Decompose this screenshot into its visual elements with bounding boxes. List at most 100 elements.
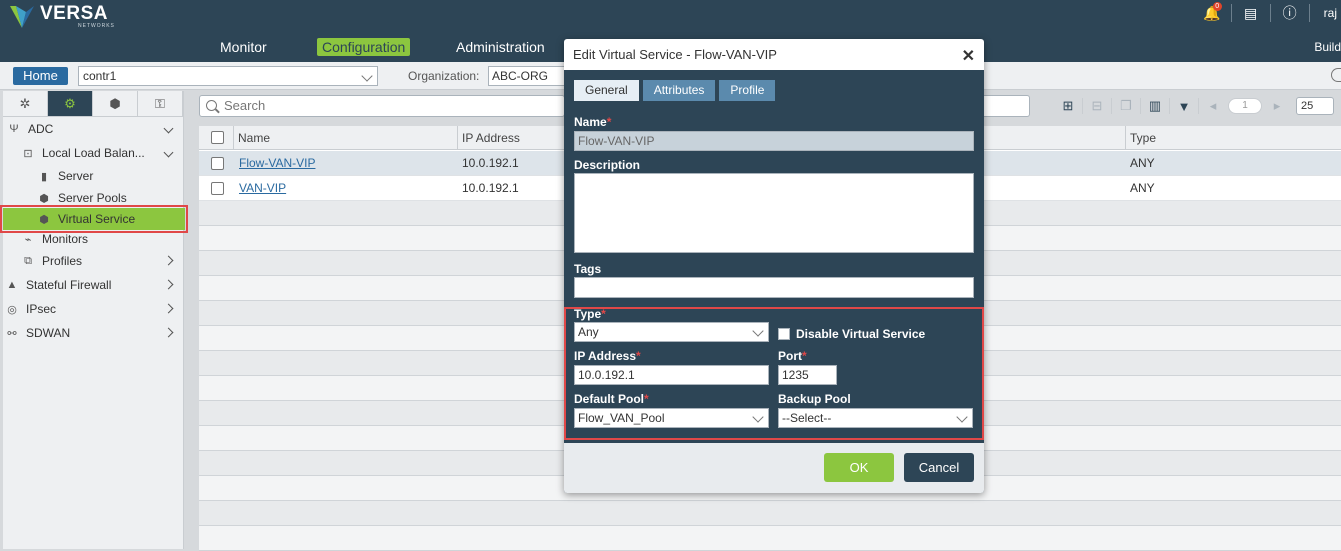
- row-checkbox[interactable]: [211, 157, 224, 170]
- user-menu[interactable]: raj: [1324, 6, 1337, 20]
- empty-row: [199, 526, 1341, 551]
- search-input-end[interactable]: [984, 95, 1030, 117]
- appliance-select-value: contr1: [83, 69, 117, 83]
- info-icon[interactable]: ⓘ: [1279, 2, 1301, 24]
- tab-attributes[interactable]: Attributes: [642, 80, 716, 101]
- delete-icon[interactable]: ⊟: [1086, 96, 1108, 116]
- cancel-button[interactable]: Cancel: [904, 453, 974, 482]
- tab-objects-cube-icon[interactable]: ⬢: [93, 91, 138, 116]
- sidebar-item-sdwan[interactable]: ⚯ SDWAN: [3, 322, 184, 344]
- column-header-name[interactable]: Name: [233, 126, 457, 150]
- ip-address-field[interactable]: 10.0.192.1: [574, 365, 769, 385]
- divider: [1082, 98, 1083, 114]
- organization-select[interactable]: ABC-ORG: [488, 66, 568, 86]
- nav-administration[interactable]: Administration: [451, 38, 550, 56]
- virtual-service-icon: ⬢: [39, 213, 49, 226]
- sidebar-item-virtual-service[interactable]: ⬢ Virtual Service: [0, 205, 188, 233]
- adc-icon: Ψ: [9, 123, 19, 135]
- next-page-icon[interactable]: ▸: [1266, 96, 1288, 116]
- select-all-checkbox[interactable]: [211, 131, 224, 144]
- search-placeholder: Search: [224, 98, 266, 113]
- name-field: Flow-VAN-VIP: [574, 131, 974, 151]
- clone-icon[interactable]: ❐: [1115, 96, 1137, 116]
- tab-network-icon[interactable]: ✲: [3, 91, 48, 116]
- tab-general[interactable]: General: [574, 80, 639, 101]
- close-icon[interactable]: ✕: [962, 46, 975, 66]
- chevron-down-icon: [163, 123, 174, 134]
- description-field[interactable]: [574, 173, 974, 253]
- sidebar-item-stateful-firewall[interactable]: ▲ Stateful Firewall: [3, 274, 184, 296]
- disable-virtual-service-checkbox[interactable]: [778, 328, 790, 340]
- column-header-type[interactable]: Type: [1125, 126, 1341, 150]
- tags-label: Tags: [574, 262, 602, 276]
- row-type: ANY: [1130, 181, 1155, 195]
- tab-others-icon[interactable]: ⚿: [138, 91, 183, 116]
- appliance-select[interactable]: contr1: [78, 66, 378, 86]
- page-number-input[interactable]: 1: [1228, 98, 1262, 114]
- sidebar-item-adc[interactable]: Ψ ADC: [3, 118, 184, 140]
- sidebar-item-profiles[interactable]: ⧉ Profiles: [3, 250, 184, 272]
- backup-pool-label: Backup Pool: [778, 392, 851, 406]
- build-label: Build: [1314, 40, 1341, 54]
- disable-virtual-service-label: Disable Virtual Service: [796, 327, 926, 341]
- backup-pool-select[interactable]: --Select--: [778, 408, 973, 428]
- home-button[interactable]: Home: [13, 67, 68, 85]
- ipsec-icon: ◎: [7, 303, 17, 316]
- row-name-link[interactable]: Flow-VAN-VIP: [235, 151, 315, 176]
- sidebar-item-server-pools[interactable]: ⬢ Server Pools: [3, 187, 184, 209]
- sidebar-item-label: Server Pools: [58, 191, 127, 205]
- ok-button[interactable]: OK: [824, 453, 894, 482]
- sidebar-item-label: Stateful Firewall: [26, 278, 112, 292]
- chevron-down-icon: [752, 411, 764, 423]
- filter-icon[interactable]: ▼: [1173, 96, 1195, 116]
- sidebar-item-label: ADC: [28, 122, 54, 136]
- divider: [1269, 4, 1271, 22]
- type-select[interactable]: Any: [574, 322, 769, 342]
- default-pool-select[interactable]: Flow_VAN_Pool: [574, 408, 769, 428]
- tags-field[interactable]: [574, 277, 974, 298]
- row-ip-address: 10.0.192.1: [462, 181, 519, 195]
- backup-pool-value: --Select--: [782, 411, 832, 425]
- sidebar-item-server[interactable]: ▮ Server: [3, 165, 184, 187]
- brand-name: VERSA: [40, 3, 108, 24]
- tasks-list-icon[interactable]: ▤: [1240, 2, 1262, 24]
- sidebar-item-monitors[interactable]: ⌁ Monitors: [3, 228, 184, 250]
- chevron-right-icon: [163, 327, 174, 338]
- nav-configuration[interactable]: Configuration: [317, 38, 411, 56]
- profiles-icon: ⧉: [24, 254, 32, 267]
- firewall-icon: ▲: [6, 279, 18, 291]
- tab-profile[interactable]: Profile: [719, 80, 776, 101]
- add-icon[interactable]: ⊞: [1057, 96, 1079, 116]
- collapse-handle-icon[interactable]: [1331, 68, 1341, 82]
- sidebar-item-label: SDWAN: [26, 326, 71, 340]
- search-input[interactable]: Search: [199, 95, 565, 117]
- default-pool-value: Flow_VAN_Pool: [578, 411, 665, 425]
- default-pool-label: Default Pool*: [574, 392, 649, 406]
- server-pool-icon: ⬢: [39, 192, 49, 205]
- page-size-select[interactable]: 25: [1296, 97, 1334, 115]
- prev-page-icon[interactable]: ◂: [1202, 96, 1224, 116]
- row-ip-address: 10.0.192.1: [462, 156, 519, 170]
- row-checkbox[interactable]: [211, 182, 224, 195]
- sidebar-item-ipsec[interactable]: ◎ IPsec: [3, 298, 184, 320]
- notification-bell-icon[interactable]: 🔔 0: [1201, 2, 1223, 24]
- row-name-link[interactable]: VAN-VIP: [235, 176, 286, 201]
- chevron-right-icon: [163, 279, 174, 290]
- dialog-header: Edit Virtual Service - Flow-VAN-VIP ✕: [564, 39, 984, 70]
- chevron-right-icon: [163, 303, 174, 314]
- sidebar: ✲ ⚙ ⬢ ⚿ Ψ ADC ⊡ Local Load Balan... ▮ Se…: [0, 91, 188, 549]
- port-field[interactable]: 1235: [778, 365, 837, 385]
- tab-services-gear-icon[interactable]: ⚙: [48, 91, 93, 116]
- chevron-down-icon: [361, 70, 373, 82]
- name-label: Name*: [574, 115, 612, 129]
- monitor-icon: ⌁: [24, 233, 32, 246]
- chevron-right-icon: [163, 255, 174, 266]
- description-label: Description: [574, 158, 641, 172]
- search-icon: [206, 100, 217, 111]
- dialog-title: Edit Virtual Service - Flow-VAN-VIP: [573, 47, 777, 62]
- chevron-down-icon: [956, 411, 968, 423]
- divider: [1169, 98, 1170, 114]
- sidebar-item-local-load-balancer[interactable]: ⊡ Local Load Balan...: [3, 142, 184, 164]
- nav-monitor[interactable]: Monitor: [215, 38, 272, 56]
- columns-icon[interactable]: ▥: [1144, 96, 1166, 116]
